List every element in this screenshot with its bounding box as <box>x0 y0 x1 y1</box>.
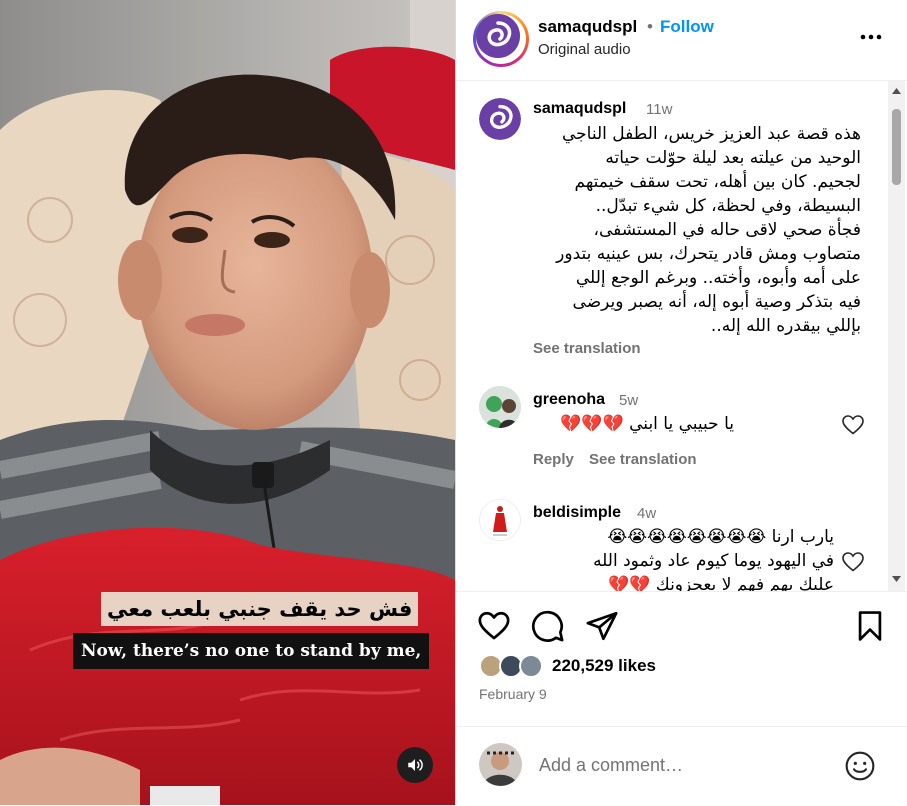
comment-username[interactable]: beldisimple <box>533 504 621 522</box>
caption-line: بإللي بيقدره الله إله.. <box>710 316 861 336</box>
share-icon[interactable] <box>585 609 619 643</box>
caption-line: فيه بتذكر وصية أبوه إله، أنه يصبر ويرضى <box>572 292 861 312</box>
caption-line: لجحيم. كان بين أهله، تحت سقف خيمتهم <box>574 172 861 192</box>
subtitle-arabic: فش حد يقف جنبي بلعب معي <box>101 592 419 626</box>
video-frame <box>0 0 455 805</box>
comment-time: 4w <box>637 505 657 522</box>
follow-button[interactable]: Follow <box>660 17 714 37</box>
scroll-down-icon[interactable] <box>888 572 905 586</box>
add-comment-bar: Add a comment… <box>456 726 907 806</box>
add-comment-input[interactable]: Add a comment… <box>539 755 683 776</box>
comments-scrollbar[interactable] <box>888 81 905 591</box>
comment-username[interactable]: greenoha <box>533 391 605 409</box>
scrollbar-thumb[interactable] <box>892 109 901 185</box>
caption-line: متصاوب ومش قادر يتحرك، بس عينيه بتدور <box>556 244 861 264</box>
current-user-avatar <box>479 743 522 786</box>
scroll-up-icon[interactable] <box>888 84 905 98</box>
caption-username[interactable]: samaqudspl <box>533 100 626 118</box>
comment-like-heart-icon[interactable] <box>841 550 865 574</box>
post-date: February 9 <box>479 686 547 702</box>
author-avatar[interactable] <box>473 11 529 67</box>
bookmark-icon[interactable] <box>853 609 887 643</box>
comment-time: 5w <box>619 392 639 409</box>
comment-text: يارب ارنا 😭😭😭😭😭😭😭😭 في اليهود يوما كيوم ع… <box>516 525 834 592</box>
subtitle-english: Now, there’s no one to stand by me, <box>73 633 430 669</box>
comment-see-translation[interactable]: See translation <box>589 451 697 468</box>
caption-avatar[interactable] <box>479 98 521 140</box>
video-player[interactable]: فش حد يقف جنبي بلعب معي Now, there’s no … <box>0 0 455 805</box>
more-horizontal-icon[interactable] <box>856 22 886 52</box>
speaker-icon <box>408 759 423 771</box>
commenter-avatar[interactable] <box>479 386 521 428</box>
brand-logo-icon <box>476 14 520 58</box>
caption-line: فجأة صحي لاقى حاله في المستشفى، <box>593 220 861 240</box>
comment-line: يا حبيبي يا ابني 💔💔💔 <box>560 414 734 434</box>
caption-time: 11w <box>646 101 673 118</box>
comment-like-heart-icon[interactable] <box>841 413 865 437</box>
audio-link[interactable]: Original audio <box>538 41 631 58</box>
comment-line: في اليهود يوما كيوم عاد وثمود الله <box>593 551 834 571</box>
heart-icon[interactable] <box>477 609 511 643</box>
avatar-image <box>479 386 521 428</box>
caption-text: هذه قصة عبد العزيز خريس، الطفل الناجي ال… <box>516 122 861 338</box>
post-header: samaqudspl • Follow Original audio <box>456 0 907 81</box>
mute-button[interactable] <box>397 747 433 783</box>
caption-line: على أمه وأبوه، وأخته.. وبرغم الوجع إللي <box>575 268 861 288</box>
caption-line: الوحيد من عيلته بعد ليلة حوّلت حياته <box>605 148 861 168</box>
caption-see-translation[interactable]: See translation <box>533 340 641 357</box>
caption-line: البسيطة، وفي لحظة، كل شيء تبدّل.. <box>595 196 861 216</box>
avatar-image <box>479 743 522 786</box>
comment-line: عليك بهم فهم لا يعجزونك 💔💔 <box>608 575 834 592</box>
brand-logo-icon <box>479 98 521 140</box>
likes-count[interactable]: 220,529 likes <box>552 656 656 676</box>
author-username[interactable]: samaqudspl <box>538 17 637 37</box>
post-details-panel: samaqudspl • Follow Original audio samaq… <box>455 0 907 805</box>
commenter-avatar[interactable] <box>479 499 521 541</box>
comment-icon[interactable] <box>531 609 565 643</box>
avatar-image <box>480 500 520 540</box>
liker-avatar[interactable] <box>519 654 543 678</box>
comments-list[interactable]: samaqudspl 11w هذه قصة عبد العزيز خريس، … <box>456 81 907 592</box>
reply-button[interactable]: Reply <box>533 451 574 468</box>
comment-line: يارب ارنا 😭😭😭😭😭😭😭😭 <box>607 527 834 547</box>
comment-text: يا حبيبي يا ابني 💔💔💔 <box>516 412 734 436</box>
separator-dot: • <box>647 17 653 36</box>
smiley-icon[interactable] <box>844 750 876 782</box>
caption-line: هذه قصة عبد العزيز خريس، الطفل الناجي <box>562 124 861 144</box>
